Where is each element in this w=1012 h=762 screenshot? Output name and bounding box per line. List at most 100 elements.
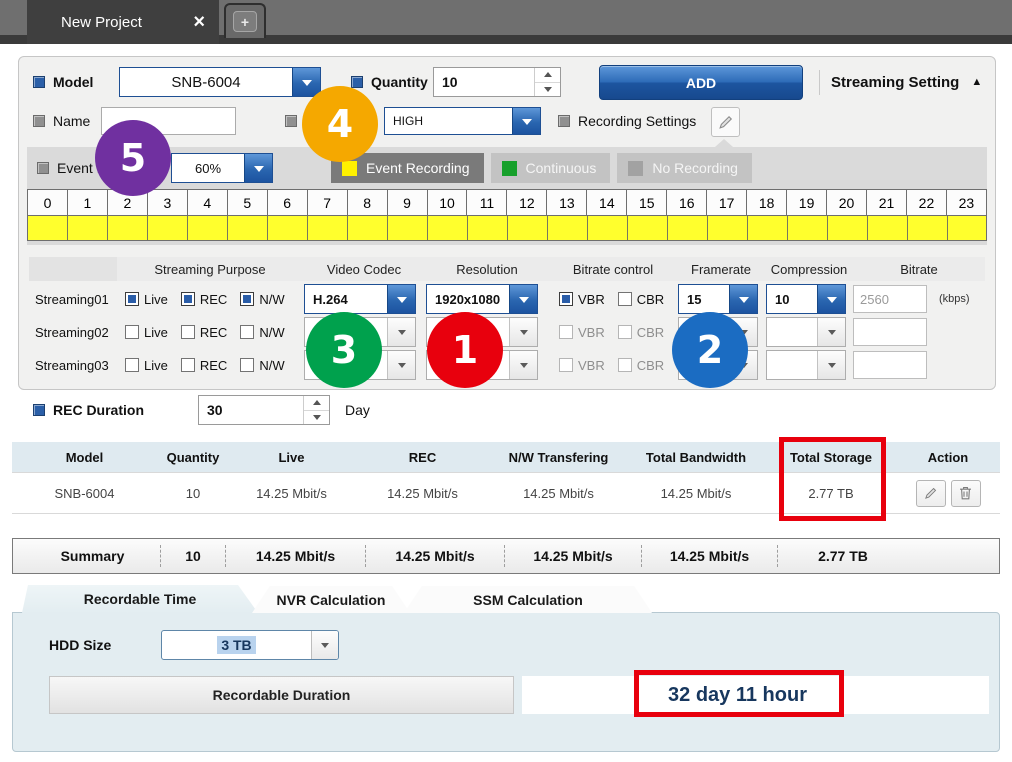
dropdown-arrow-icon[interactable] <box>311 631 338 659</box>
spin-up-icon[interactable] <box>304 396 329 410</box>
hour-header-cell[interactable]: 13 <box>547 190 587 215</box>
name-input[interactable] <box>101 107 236 135</box>
hour-header-cell[interactable]: 19 <box>787 190 827 215</box>
resolution-dropdown[interactable] <box>426 350 538 380</box>
delete-row-button[interactable] <box>951 480 981 507</box>
nw-checkbox[interactable]: N/W <box>240 325 284 340</box>
compression-dropdown[interactable] <box>766 350 846 380</box>
rec-checkbox[interactable]: REC <box>181 292 227 307</box>
hour-header-cell[interactable]: 20 <box>827 190 867 215</box>
framerate-dropdown[interactable] <box>678 350 758 380</box>
edit-row-button[interactable] <box>916 480 946 507</box>
hour-header-cell[interactable]: 5 <box>228 190 268 215</box>
framerate-dropdown[interactable] <box>678 317 758 347</box>
hour-header-cell[interactable]: 14 <box>587 190 627 215</box>
resolution-dropdown[interactable]: 1920x1080 <box>426 284 538 314</box>
dropdown-arrow-icon[interactable] <box>729 351 757 379</box>
nw-checkbox[interactable]: N/W <box>240 358 284 373</box>
scene-dropdown[interactable]: HIGH <box>384 107 541 135</box>
hour-header-cell[interactable]: 11 <box>467 190 507 215</box>
spin-down-icon[interactable] <box>535 82 560 97</box>
mode-no-recording[interactable]: No Recording <box>617 153 752 183</box>
vbr-checkbox[interactable]: VBR <box>559 358 605 373</box>
dropdown-arrow-icon[interactable] <box>292 68 320 96</box>
codec-dropdown[interactable] <box>304 350 416 380</box>
model-dropdown[interactable]: SNB-6004 <box>119 67 321 97</box>
rec-duration-stepper[interactable] <box>198 395 330 425</box>
nw-checkbox[interactable]: N/W <box>240 292 284 307</box>
dropdown-arrow-icon[interactable] <box>817 351 845 379</box>
dropdown-arrow-icon[interactable] <box>387 351 415 379</box>
tab-ssm-calculation[interactable]: SSM Calculation <box>404 586 652 613</box>
quantity-stepper[interactable] <box>433 67 561 97</box>
hour-header-cell[interactable]: 9 <box>388 190 428 215</box>
spin-down-icon[interactable] <box>304 410 329 425</box>
hour-header-cell[interactable]: 17 <box>707 190 747 215</box>
hour-header-cell[interactable]: 16 <box>667 190 707 215</box>
compression-dropdown[interactable]: 10 <box>766 284 846 314</box>
bitrate-input[interactable] <box>853 351 927 379</box>
dropdown-arrow-icon[interactable] <box>817 318 845 346</box>
compression-dropdown[interactable] <box>766 317 846 347</box>
resolution-dropdown[interactable] <box>426 317 538 347</box>
hour-header-cell[interactable]: 10 <box>428 190 468 215</box>
rec-duration-input[interactable] <box>199 396 303 424</box>
dropdown-arrow-icon[interactable] <box>509 285 537 313</box>
dropdown-arrow-icon[interactable] <box>244 154 272 182</box>
hour-header-cell[interactable]: 7 <box>308 190 348 215</box>
dropdown-arrow-icon[interactable] <box>509 351 537 379</box>
dropdown-arrow-icon[interactable] <box>509 318 537 346</box>
hour-header-cell[interactable]: 1 <box>68 190 108 215</box>
add-button[interactable]: ADD <box>599 65 803 100</box>
cbr-checkbox[interactable]: CBR <box>618 325 664 340</box>
mode-continuous[interactable]: Continuous <box>491 153 611 183</box>
framerate-dropdown[interactable]: 15 <box>678 284 758 314</box>
dropdown-arrow-icon[interactable] <box>729 318 757 346</box>
hour-header-cell[interactable]: 8 <box>348 190 388 215</box>
hour-header-cell[interactable]: 22 <box>907 190 947 215</box>
hour-header-cell[interactable]: 12 <box>507 190 547 215</box>
collapse-icon[interactable]: ▲ <box>971 76 982 88</box>
hour-header-cell[interactable]: 15 <box>627 190 667 215</box>
event-frequency-dropdown[interactable]: 60% <box>171 153 273 183</box>
dropdown-arrow-icon[interactable] <box>512 108 540 134</box>
dropdown-arrow-icon[interactable] <box>387 318 415 346</box>
hour-header-cell[interactable]: 3 <box>148 190 188 215</box>
rec-checkbox[interactable]: REC <box>181 325 227 340</box>
close-icon[interactable]: × <box>193 12 205 32</box>
recording-settings-edit-button[interactable] <box>711 107 740 137</box>
vbr-checkbox[interactable]: VBR <box>559 325 605 340</box>
dropdown-arrow-icon[interactable] <box>817 285 845 313</box>
new-tab-button[interactable]: + <box>224 3 266 38</box>
tab-new-project[interactable]: New Project × <box>27 0 219 44</box>
codec-dropdown[interactable] <box>304 317 416 347</box>
streaming-setting-header[interactable]: Streaming Setting ▲ <box>831 67 982 97</box>
dropdown-arrow-icon[interactable] <box>387 285 415 313</box>
hour-header-cell[interactable]: 0 <box>28 190 68 215</box>
live-checkbox[interactable]: Live <box>125 325 168 340</box>
tab-recordable-time[interactable]: Recordable Time <box>22 585 258 613</box>
bitrate-input[interactable] <box>853 285 927 313</box>
hour-header-cell[interactable]: 21 <box>867 190 907 215</box>
bitrate-input[interactable] <box>853 318 927 346</box>
schedule-slot-row[interactable] <box>28 215 986 240</box>
hour-header-cell[interactable]: 18 <box>747 190 787 215</box>
mode-event-recording[interactable]: Event Recording <box>331 153 484 183</box>
hdd-size-dropdown[interactable]: 3 TB <box>161 630 339 660</box>
hour-header-cell[interactable]: 6 <box>268 190 308 215</box>
hour-header-cell[interactable]: 23 <box>947 190 986 215</box>
vbr-checkbox[interactable]: VBR <box>559 292 605 307</box>
rec-checkbox[interactable]: REC <box>181 358 227 373</box>
cbr-checkbox[interactable]: CBR <box>618 358 664 373</box>
live-checkbox[interactable]: Live <box>125 358 168 373</box>
dropdown-arrow-icon[interactable] <box>729 285 757 313</box>
hour-header-cell[interactable]: 2 <box>108 190 148 215</box>
tab-nvr-calculation[interactable]: NVR Calculation <box>252 586 410 613</box>
quantity-input[interactable] <box>434 68 534 96</box>
spin-up-icon[interactable] <box>535 68 560 82</box>
rec-label: REC <box>200 325 227 340</box>
cbr-checkbox[interactable]: CBR <box>618 292 664 307</box>
codec-dropdown[interactable]: H.264 <box>304 284 416 314</box>
live-checkbox[interactable]: Live <box>125 292 168 307</box>
hour-header-cell[interactable]: 4 <box>188 190 228 215</box>
